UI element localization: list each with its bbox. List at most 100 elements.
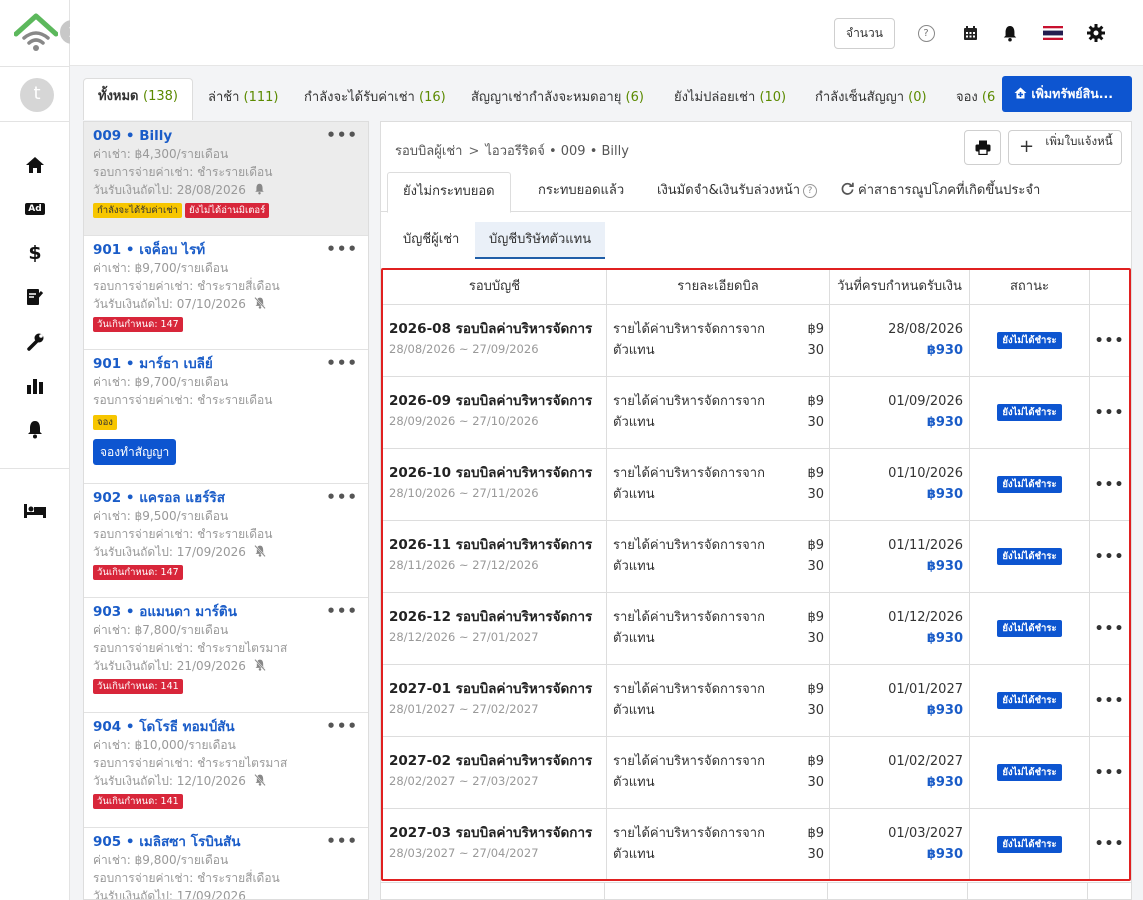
tab-deposits[interactable]: เงินมัดจำ&เงินรับล่วงหน้า? [657, 172, 818, 212]
tenant-rent: ค่าเช่า: ฿7,800/รายเดือน [93, 623, 229, 637]
detail-text: รายได้ค่าบริหารจัดการจากตัวแทน [613, 826, 765, 862]
pill-agency-account[interactable]: บัญชีบริษัทตัวแทน [475, 222, 606, 259]
tenant-card[interactable]: 905 • เมลิสซา โรบินสัน ••• ค่าเช่า: ฿9,8… [84, 828, 368, 899]
home-icon[interactable] [22, 152, 48, 178]
add-invoice-button[interactable]: + เพิ่มใบแจ้งหนี้ [1008, 130, 1122, 165]
tab-label: ทั้งหมด [98, 89, 139, 104]
pill-tenant-account[interactable]: บัญชีผู้เช่า [389, 222, 473, 259]
tenant-name: 901 • มาร์ธา เบลีย์ [93, 356, 213, 372]
tenant-card[interactable]: 902 • แครอล แฮร์ริส ••• ค่าเช่า: ฿9,500/… [84, 484, 368, 598]
table-row[interactable]: 2026-09 รอบบิลค่าบริหารจัดการ 28/09/2026… [383, 377, 1129, 449]
tenant-card[interactable]: 901 • มาร์ธา เบลีย์ ••• ค่าเช่า: ฿9,700/… [84, 350, 368, 484]
more-options-icon[interactable]: ••• [1090, 521, 1129, 592]
due-amount[interactable]: ฿930 [830, 700, 963, 721]
breadcrumb-root[interactable]: รอบบิลผู้เช่า [395, 144, 462, 159]
tenant-card[interactable]: 009 • Billy ••• ค่าเช่า: ฿4,300/รายเดือน… [84, 122, 368, 236]
help-icon[interactable]: ? [915, 22, 937, 44]
cycle-range: 28/02/2027 ~ 27/03/2027 [389, 774, 539, 788]
more-options-icon[interactable]: ••• [1090, 809, 1129, 879]
bell-off-icon[interactable] [254, 296, 266, 314]
due-amount[interactable]: ฿930 [830, 340, 963, 361]
tab-overdue[interactable]: ล่าช้า (111) [208, 80, 279, 122]
due-amount[interactable]: ฿930 [830, 484, 963, 505]
tenant-unit: 901 [93, 356, 122, 372]
due-amount[interactable]: ฿930 [830, 628, 963, 649]
bed-icon[interactable] [22, 498, 48, 524]
more-options-icon[interactable]: ••• [326, 832, 358, 850]
bell-off-icon[interactable] [254, 658, 266, 676]
bell-icon[interactable] [254, 182, 265, 200]
more-options-icon[interactable]: ••• [1090, 665, 1129, 736]
bell-icon[interactable] [22, 416, 48, 442]
cycle-title: 2027-03 รอบบิลค่าบริหารจัดการ [389, 825, 593, 841]
bar-chart-icon[interactable] [22, 372, 48, 398]
more-options-icon[interactable]: ••• [326, 602, 358, 620]
tab-unreconciled[interactable]: ยังไม่กระทบยอด [387, 172, 511, 213]
cycle-range: 28/10/2026 ~ 27/11/2026 [389, 486, 539, 500]
quantity-button[interactable]: จำนวน [834, 18, 895, 49]
tab-expiring-contracts[interactable]: สัญญาเช่ากำลังจะหมดอายุ (6) [471, 80, 644, 122]
more-options-icon[interactable]: ••• [326, 488, 358, 506]
more-options-icon[interactable]: ••• [1090, 377, 1129, 448]
tenant-name-text: เจค็อบ ไรท์ [139, 242, 206, 258]
tenant-card[interactable]: 904 • โดโรธี ทอมป์สัน ••• ค่าเช่า: ฿10,0… [84, 713, 368, 828]
due-date: 01/10/2026 [888, 466, 963, 481]
cycle-cell: 2026-10 รอบบิลค่าบริหารจัดการ 28/10/2026… [383, 449, 607, 520]
add-asset-button[interactable]: เพิ่มทรัพย์สิน... [1002, 76, 1132, 112]
gear-icon[interactable] [1085, 22, 1107, 44]
detail-text: รายได้ค่าบริหารจัดการจากตัวแทน [613, 394, 765, 430]
status-cell: ยังไม่ได้ชำระ [970, 521, 1090, 592]
avatar[interactable]: t [20, 78, 54, 112]
thai-flag-icon[interactable] [1042, 22, 1064, 44]
tenant-card[interactable]: 903 • อแมนดา มาร์ติน ••• ค่าเช่า: ฿7,800… [84, 598, 368, 713]
tenant-card[interactable]: 901 • เจค็อบ ไรท์ ••• ค่าเช่า: ฿9,700/รา… [84, 236, 368, 350]
more-options-icon[interactable]: ••• [326, 126, 358, 144]
tab-reconciled[interactable]: กระทบยอดแล้ว [538, 172, 624, 212]
table-row[interactable]: 2026-12 รอบบิลค่าบริหารจัดการ 28/12/2026… [383, 593, 1129, 665]
notification-bell-icon[interactable] [999, 22, 1021, 44]
table-row[interactable]: 2026-11 รอบบิลค่าบริหารจัดการ 28/11/2026… [383, 521, 1129, 593]
calendar-icon[interactable] [959, 22, 981, 44]
tenant-unit: 902 [93, 490, 122, 506]
more-options-icon[interactable]: ••• [1090, 305, 1129, 376]
tenant-rent: ค่าเช่า: ฿9,500/รายเดือน [93, 509, 229, 523]
dollar-icon[interactable]: $ [22, 240, 48, 266]
table-row[interactable]: 2027-02 รอบบิลค่าบริหารจัดการ 28/02/2027… [383, 737, 1129, 809]
due-amount[interactable]: ฿930 [830, 556, 963, 577]
due-date: 01/09/2026 [888, 394, 963, 409]
tenant-cycle: รอบการจ่ายค่าเช่า: ชำระรายสี่เดือน [93, 279, 280, 293]
bell-off-icon[interactable] [254, 773, 266, 791]
tab-reserved[interactable]: จอง (6 [956, 80, 996, 122]
contract-icon[interactable] [22, 284, 48, 310]
wrench-icon[interactable] [22, 328, 48, 354]
print-button[interactable] [964, 130, 1001, 165]
ad-icon[interactable]: Ad [22, 196, 48, 222]
tab-signing[interactable]: กำลังเซ็นสัญญา (0) [815, 80, 927, 122]
more-options-icon[interactable]: ••• [326, 240, 358, 258]
tab-vacant[interactable]: ยังไม่ปล่อยเช่า (10) [674, 80, 786, 122]
more-options-icon[interactable]: ••• [326, 354, 358, 372]
tab-upcoming-rent[interactable]: กำลังจะได้รับค่าเช่า (16) [304, 80, 446, 122]
tab-all[interactable]: ทั้งหมด (138) [83, 78, 193, 120]
due-amount[interactable]: ฿930 [830, 412, 963, 433]
due-amount[interactable]: ฿930 [830, 844, 963, 865]
more-options-icon[interactable]: ••• [326, 717, 358, 735]
house-plus-icon [1014, 87, 1027, 99]
bell-off-icon[interactable] [254, 544, 266, 562]
status-cell: ยังไม่ได้ชำระ [970, 449, 1090, 520]
more-options-icon[interactable]: ••• [1090, 737, 1129, 808]
more-options-icon[interactable]: ••• [1090, 593, 1129, 664]
help-icon[interactable]: ? [803, 183, 818, 198]
table-row[interactable]: 2027-01 รอบบิลค่าบริหารจัดการ 28/01/2027… [383, 665, 1129, 737]
more-options-icon[interactable]: ••• [1090, 449, 1129, 520]
status-cell: ยังไม่ได้ชำระ [970, 305, 1090, 376]
due-amount[interactable]: ฿930 [830, 772, 963, 793]
table-row[interactable]: 2026-10 รอบบิลค่าบริหารจัดการ 28/10/2026… [383, 449, 1129, 521]
detail-amount: ฿930 [807, 682, 824, 718]
reserve-contract-button[interactable]: จองทำสัญญา [93, 439, 177, 465]
detail-text: รายได้ค่าบริหารจัดการจากตัวแทน [613, 322, 765, 358]
table-row[interactable]: 2026-08 รอบบิลค่าบริหารจัดการ 28/08/2026… [383, 305, 1129, 377]
tab-recurring-utilities[interactable]: ค่าสาธารณูปโภคที่เกิดขึ้นประจำ [841, 172, 1040, 212]
logo-icon[interactable] [14, 12, 58, 52]
table-row[interactable]: 2027-03 รอบบิลค่าบริหารจัดการ 28/03/2027… [383, 809, 1129, 879]
